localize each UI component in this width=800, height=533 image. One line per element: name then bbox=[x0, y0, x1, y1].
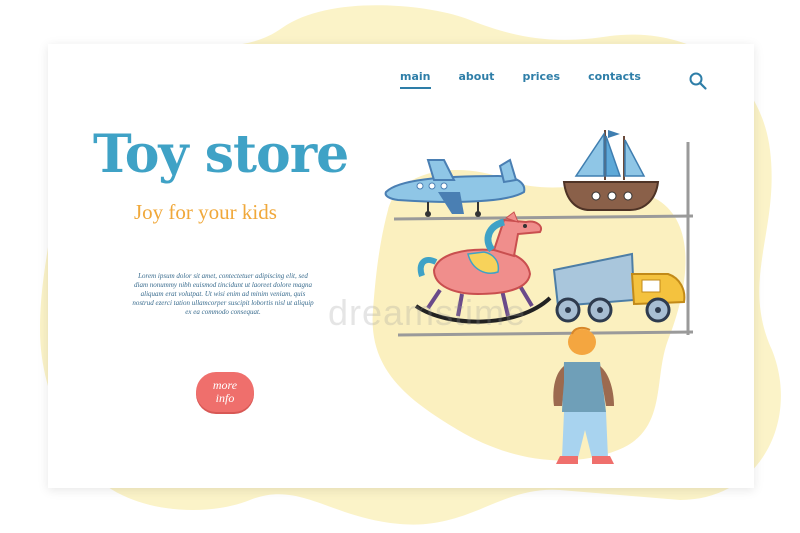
nav-link-main[interactable]: main bbox=[400, 70, 431, 89]
nav-link-about[interactable]: about bbox=[459, 70, 495, 89]
description-text: Lorem ipsum dolor sit amet, contectetuer… bbox=[132, 272, 314, 316]
search-icon[interactable] bbox=[688, 71, 708, 91]
nav-link-contacts[interactable]: contacts bbox=[588, 70, 641, 89]
watermark-text: dreamstime bbox=[328, 292, 527, 333]
top-navigation: main about prices contacts bbox=[400, 70, 641, 89]
landing-page-card: main about prices contacts Toy store Joy… bbox=[48, 44, 754, 488]
page-title: Toy store bbox=[93, 124, 349, 185]
more-info-label: more info bbox=[212, 378, 238, 405]
more-info-button[interactable]: more info bbox=[196, 372, 254, 412]
page-subtitle: Joy for your kids bbox=[134, 200, 277, 224]
sailboat-toy-icon bbox=[562, 130, 660, 211]
nav-link-prices[interactable]: prices bbox=[522, 70, 560, 89]
